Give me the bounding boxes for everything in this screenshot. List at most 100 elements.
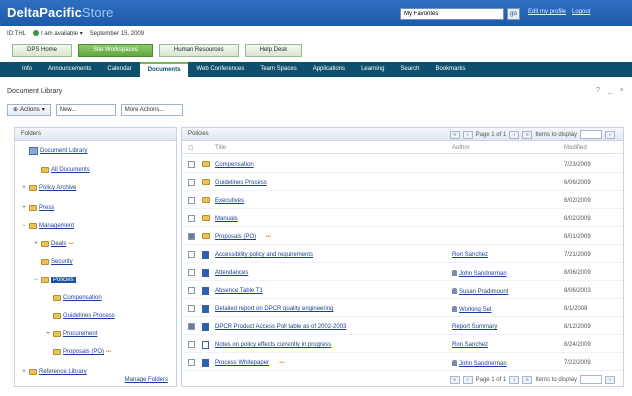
folder-tree-item[interactable]: Document Library [21, 147, 87, 155]
author-link[interactable]: Ron Sanchez [452, 342, 488, 348]
folder-tree-label[interactable]: Press [39, 205, 54, 211]
folder-tree-item[interactable]: Proposals (PO) ••• [45, 349, 111, 355]
nav-info[interactable]: Info [14, 62, 40, 77]
row-checkbox[interactable] [188, 269, 195, 276]
folder-tree-item[interactable]: + Procurement [45, 331, 97, 337]
nav-learning[interactable]: Learning [353, 62, 392, 77]
folder-tree-item[interactable]: + Policy Archive [21, 185, 76, 191]
select-all-checkbox[interactable]: ☐ [188, 145, 193, 152]
table-row[interactable]: Process Whitepaper ••• John Sandrerman 7/2… [182, 356, 623, 371]
nav-announcements[interactable]: Announcements [40, 62, 99, 77]
edit-profile-link[interactable]: Edit my profile [528, 9, 566, 15]
logout-link[interactable]: Logout [572, 9, 590, 15]
row-checkbox[interactable] [188, 215, 195, 222]
nav-search[interactable]: Search [392, 62, 427, 77]
prev-page-button-bottom[interactable]: ‹ [462, 375, 473, 384]
nav-calendar[interactable]: Calendar [99, 62, 139, 77]
area-tab-helpdesk[interactable]: Help Desk [244, 44, 303, 57]
table-row[interactable]: Attendances John Sandrerman 8/06/2009 [182, 266, 623, 281]
expand-icon[interactable]: + [21, 205, 27, 211]
collapse-icon[interactable]: − [33, 277, 39, 283]
file-name-link[interactable]: DPCR Product Access Poll table as of 200… [215, 324, 346, 330]
prev-page-button[interactable]: ‹ [462, 130, 473, 139]
table-row[interactable]: Compensation 7/23/2009 [182, 158, 623, 173]
table-row[interactable]: Absence Table T1 Susan Pradimount 8/06/200… [182, 284, 623, 299]
folder-tree-item[interactable]: − Management [21, 223, 74, 229]
folder-tree-label[interactable]: Compensation [63, 295, 102, 301]
expand-icon[interactable]: + [21, 185, 27, 191]
table-row[interactable]: Notes on policy effects currently in pro… [182, 338, 623, 353]
table-row[interactable]: DPCR Product Access Poll table as of 200… [182, 320, 623, 335]
search-go-button[interactable]: go [507, 7, 520, 20]
folder-tree-item[interactable]: − Policies [33, 277, 76, 283]
area-tab-home[interactable]: DPS Home [12, 44, 73, 57]
expand-icon[interactable]: + [45, 331, 51, 337]
folder-tree-label[interactable]: Policies [51, 277, 76, 283]
next-page-button-bottom[interactable]: › [509, 375, 520, 384]
new-select[interactable]: New... [55, 104, 116, 116]
table-row[interactable]: Detailed report on DPCR quality engineer… [182, 302, 623, 317]
folder-tree-item[interactable]: All Documents [33, 167, 90, 173]
folder-tree-label[interactable]: Policy Archive [39, 185, 76, 191]
more-actions-select[interactable]: More Actions... [120, 104, 183, 116]
area-tab-workspaces[interactable]: Site Workspaces [78, 44, 153, 57]
author-link[interactable]: John Sandrerman [452, 270, 507, 277]
file-name-link[interactable]: Process Whitepaper [215, 360, 269, 366]
items-per-page-go-bottom[interactable]: › [605, 375, 615, 384]
file-name-link[interactable]: Guidelines Process [215, 180, 267, 186]
first-page-button[interactable]: « [449, 130, 460, 139]
row-checkbox[interactable] [188, 161, 195, 168]
area-tab-hr[interactable]: Human Resources [158, 44, 239, 57]
nav-bookmarks[interactable]: Bookmarks [427, 62, 473, 77]
folder-tree-item[interactable]: + Reference Library [21, 369, 87, 375]
table-row[interactable]: Manuals 6/02/2009 [182, 212, 623, 227]
file-name-link[interactable]: Proposals (PO) [215, 234, 256, 240]
folder-tree-label[interactable]: Deals [51, 241, 66, 247]
next-page-button[interactable]: › [509, 130, 520, 139]
folder-tree-label[interactable]: Management [39, 223, 74, 229]
folder-tree-item[interactable]: Compensation [45, 295, 102, 301]
author-link[interactable]: John Sandrerman [452, 360, 507, 367]
items-per-page-input[interactable] [580, 130, 602, 139]
items-per-page-input-bottom[interactable] [580, 375, 602, 384]
folder-tree-label[interactable]: Security [51, 259, 73, 265]
row-checkbox[interactable] [188, 251, 195, 258]
nav-team-spaces[interactable]: Team Spaces [252, 62, 304, 77]
expand-icon[interactable]: + [21, 369, 27, 375]
col-title[interactable]: Title [215, 145, 226, 151]
table-row[interactable]: Guidelines Process 6/06/2009 [182, 176, 623, 191]
file-name-link[interactable]: Manuals [215, 216, 238, 222]
table-row[interactable]: Executives 6/02/2009 [182, 194, 623, 209]
app-logo[interactable]: DeltaPacificStore [7, 5, 113, 20]
row-checkbox[interactable] [188, 197, 195, 204]
row-checkbox[interactable] [188, 305, 195, 312]
folder-tree-item[interactable]: Security [33, 259, 73, 265]
file-name-link[interactable]: Absence Table T1 [215, 288, 263, 294]
portlet-controls[interactable]: ? _ × [596, 87, 627, 94]
actions-button[interactable]: ⊕ Actions ▾ [7, 104, 51, 116]
file-name-link[interactable]: Compensation [215, 162, 254, 168]
folder-tree-item[interactable]: + Press [21, 205, 54, 211]
nav-applications[interactable]: Applications [305, 62, 353, 77]
nav-documents[interactable]: Documents [139, 62, 189, 77]
folder-tree-item[interactable]: Guidelines Process [45, 313, 115, 319]
row-checkbox[interactable] [188, 287, 195, 294]
author-link[interactable]: Report Summary [452, 324, 497, 330]
file-name-link[interactable]: Executives [215, 198, 244, 204]
row-checkbox[interactable] [188, 341, 195, 348]
table-row[interactable]: Accessibility policy and requirements Ron… [182, 248, 623, 263]
col-author[interactable]: Author [452, 145, 470, 151]
row-checkbox[interactable] [188, 323, 195, 330]
folder-tree-item[interactable]: + Deals ••• [33, 241, 74, 247]
folder-tree-label[interactable]: All Documents [51, 167, 90, 173]
search-input[interactable] [400, 7, 504, 20]
expand-icon[interactable]: + [33, 241, 39, 247]
row-checkbox[interactable] [188, 233, 195, 240]
items-per-page-go[interactable]: › [605, 130, 615, 139]
folder-tree-label[interactable]: Proposals (PO) [63, 349, 104, 355]
presence-status[interactable]: I am available ▾ [33, 30, 83, 37]
col-modified[interactable]: Modified [564, 145, 587, 151]
file-name-link[interactable]: Accessibility policy and requirements [215, 252, 313, 258]
collapse-icon[interactable]: − [21, 223, 27, 229]
folder-tree-label[interactable]: Guidelines Process [63, 313, 115, 319]
